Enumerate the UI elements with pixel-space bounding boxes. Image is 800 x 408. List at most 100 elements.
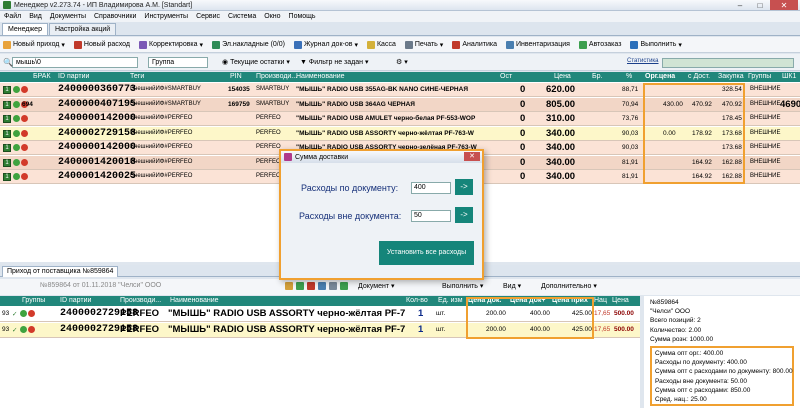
qty[interactable]: 1	[418, 308, 423, 319]
col-pin[interactable]: PIN	[230, 73, 242, 80]
tab-manager[interactable]: Менеджер	[2, 23, 48, 35]
document-button[interactable]: Документ ▾	[358, 282, 395, 290]
minimize-icon[interactable]: –	[730, 0, 750, 10]
bcol-unit[interactable]: Ед. изм	[438, 297, 463, 304]
price: 340.00	[546, 142, 576, 153]
menu-documents[interactable]: Документы	[50, 13, 86, 20]
tab-receipt[interactable]: Приход от поставщика №859864	[2, 266, 119, 277]
correction-icon	[139, 40, 148, 49]
menu-view[interactable]: Вид	[29, 13, 42, 20]
maker: PERFEO	[120, 308, 160, 319]
menu-system[interactable]: Система	[228, 13, 256, 20]
stats-link[interactable]: Статистика	[627, 58, 659, 64]
set-all-expenses-button[interactable]: Установить все расходы	[379, 241, 474, 265]
qty[interactable]: 1	[418, 324, 423, 335]
menu-service[interactable]: Сервис	[196, 13, 220, 20]
more-button[interactable]: Дополнительно ▾	[541, 282, 597, 290]
col-batch-id[interactable]: ID партии	[58, 73, 89, 80]
new-expense-button[interactable]: Новый расход	[73, 40, 130, 49]
col-tags[interactable]: Теги	[130, 73, 144, 80]
batch-id: 2400000142000	[58, 142, 137, 153]
search-input[interactable]: мышь\0	[12, 57, 138, 68]
menu-tools[interactable]: Инструменты	[144, 13, 188, 20]
correction-button[interactable]: Корректировка ▾	[139, 40, 203, 49]
journal-icon	[293, 40, 302, 49]
doc-expenses-apply-button[interactable]: ->	[455, 179, 473, 195]
auto-order-button[interactable]: Автозаказ	[578, 40, 621, 49]
price: 340.00	[546, 127, 576, 139]
execute-button[interactable]: Выполнить ▾	[630, 40, 682, 49]
doc-journal-button[interactable]: Журнал док-ов ▾	[293, 40, 358, 49]
menu-references[interactable]: Справочники	[94, 13, 136, 20]
bcol-markup[interactable]: Нац	[594, 297, 607, 304]
product-name: "МЫШЬ" RADIO USB AMULET черно-белая PF-5…	[296, 115, 476, 122]
outside-expenses-apply-button[interactable]: ->	[455, 207, 473, 223]
print-button[interactable]: Печать ▾	[404, 40, 443, 49]
groups: ВНЕШНИЕ	[750, 100, 781, 107]
unit: шт.	[436, 326, 446, 333]
bcol-maker[interactable]: Производи...	[120, 297, 161, 304]
analytics-button[interactable]: Аналитика	[452, 40, 497, 49]
close-icon[interactable]: ✕	[770, 0, 798, 10]
outside-expenses-input[interactable]: 50	[411, 210, 451, 222]
col-purchase[interactable]: Закупка	[718, 73, 744, 80]
col-name[interactable]: Наименование	[296, 73, 345, 80]
add-icon[interactable]	[285, 282, 293, 290]
bcol-name[interactable]: Наименование	[170, 297, 219, 304]
maximize-icon[interactable]: □	[750, 0, 770, 10]
status-icon	[13, 115, 29, 123]
save-icon[interactable]	[296, 282, 304, 290]
col-with-delivery[interactable]: с Дост.	[688, 73, 710, 80]
qty: 0	[520, 127, 526, 139]
bcol-batch-id[interactable]: ID партии	[60, 297, 91, 304]
check-icon[interactable]: ✓	[12, 310, 17, 318]
row-number: 93	[2, 326, 10, 333]
menu-file[interactable]: Файл	[4, 13, 21, 20]
execute-doc-button[interactable]: Выполнить ▾	[442, 282, 483, 290]
delete-icon[interactable]	[329, 282, 337, 290]
col-pct[interactable]: %	[626, 73, 632, 80]
col-br[interactable]: Бр.	[592, 73, 602, 80]
menu-help[interactable]: Помощь	[289, 13, 316, 20]
copy-icon[interactable]	[318, 282, 326, 290]
col-price[interactable]: Цена	[554, 73, 571, 80]
col-maker[interactable]: Производи...	[256, 73, 297, 80]
bcol-price[interactable]: Цена	[612, 297, 629, 304]
filter-button[interactable]: ▼ Фильтр не задан ▾	[300, 58, 368, 66]
qty: 0	[520, 171, 526, 182]
more-icon[interactable]: ⚙ ▾	[396, 58, 408, 66]
col-brak[interactable]: БРАК	[33, 73, 51, 80]
bcol-groups[interactable]: Группы	[22, 297, 45, 304]
qty: 0	[520, 98, 526, 110]
price: 340.00	[546, 156, 576, 168]
batch-id: 2400002729158	[58, 127, 137, 139]
groups: ВНЕШНИЕ	[750, 144, 781, 150]
dialog-close-icon[interactable]: ✕	[464, 152, 480, 161]
chart-icon	[452, 40, 461, 49]
check-icon[interactable]: ✓	[12, 326, 17, 334]
stock-select[interactable]: ◉ Текущие остатки ▾	[222, 58, 290, 66]
menu-window[interactable]: Окно	[264, 13, 280, 20]
cancel-icon[interactable]	[307, 282, 315, 290]
search-icon[interactable]: 🔍	[3, 58, 13, 67]
group-select[interactable]: Группа	[148, 57, 208, 68]
e-invoices-button[interactable]: Эл.накладные (0/0)	[212, 40, 285, 49]
view-button[interactable]: Вид ▾	[503, 282, 521, 290]
qty: 0	[520, 113, 526, 124]
col-groups[interactable]: Группы	[748, 73, 771, 80]
col-barcode[interactable]: ШК1	[782, 73, 796, 80]
doc-expenses-input[interactable]: 400	[411, 182, 451, 194]
col-qty[interactable]: Ост	[500, 73, 512, 80]
groups: ВНЕШНИЕ	[750, 86, 781, 92]
cash-button[interactable]: Касса	[366, 40, 396, 49]
refresh-icon[interactable]	[340, 282, 348, 290]
percent: 90,03	[622, 144, 639, 151]
tab-promotions[interactable]: Настройка акций	[48, 23, 117, 35]
percent: 88,71	[622, 86, 639, 93]
bcol-qty[interactable]: Кол-во	[406, 297, 428, 304]
price: 500.00	[614, 310, 634, 317]
new-receipt-button[interactable]: Новый приход ▾	[3, 40, 65, 49]
col-org-price[interactable]: Орг.цена	[645, 73, 675, 80]
markup: 17,65	[594, 310, 611, 317]
inventory-button[interactable]: Инвентаризация	[505, 40, 570, 49]
